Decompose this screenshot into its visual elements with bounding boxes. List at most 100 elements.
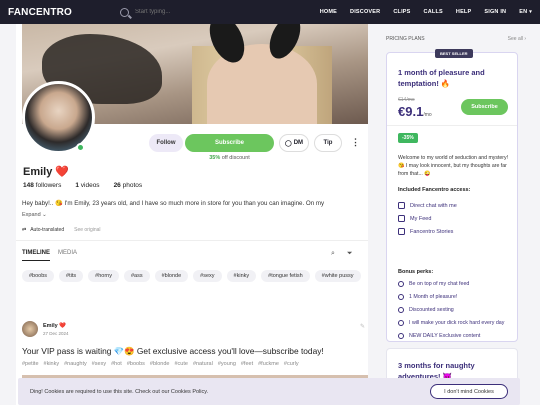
perk-icon [398, 333, 404, 339]
expand-link[interactable]: Expand ⌄ [22, 212, 47, 218]
search-input[interactable] [135, 9, 285, 15]
tag-chip[interactable]: #kinky [226, 270, 257, 282]
nav-help[interactable]: HELP [456, 9, 471, 15]
tag-chip[interactable]: #ass [123, 270, 150, 282]
tag-chip[interactable]: #horny [88, 270, 119, 282]
language-selector[interactable]: EN ▾ [519, 9, 532, 15]
discount-note: 35% off discount [185, 155, 274, 161]
tab-media[interactable]: MEDIA [58, 250, 77, 261]
pricing-header: PRICING PLANS See all › [386, 36, 526, 42]
discount-badge: -35% [398, 133, 418, 143]
list-item: Direct chat with me [398, 199, 513, 212]
perk-icon [398, 294, 404, 300]
discount-text: off discount [221, 155, 250, 161]
stories-icon [398, 228, 405, 235]
nav-home[interactable]: HOME [320, 9, 337, 15]
list-item: 1 Month of pleasure! [398, 294, 516, 307]
tag-chip[interactable]: #tongue fetish [261, 270, 310, 282]
perk-icon [398, 320, 404, 326]
divider [387, 125, 517, 126]
hashtag-link[interactable]: #kinky [44, 361, 60, 367]
tab-tools: ⌕ ⏷ [331, 250, 353, 258]
includes-list: Direct chat with me My Feed Fancentro St… [398, 199, 513, 238]
chat-icon [398, 202, 405, 209]
avatar[interactable] [22, 81, 95, 154]
tag-chip[interactable]: #blonde [154, 270, 189, 282]
nav-sign-in[interactable]: SIGN IN [484, 9, 506, 15]
tag-list: #boobs #tits #horny #ass #blonde #sexy #… [22, 270, 361, 282]
follow-button[interactable]: Follow [149, 134, 183, 152]
top-bar: FANCENTRO HOME DISCOVER CLIPS CALLS HELP… [0, 0, 540, 24]
list-item: I will make your dick rock hard every da… [398, 320, 516, 333]
translation-note: ⇄ Auto-translated See original [22, 227, 101, 233]
hashtag-link[interactable]: #feet [241, 361, 253, 367]
more-options-icon[interactable]: ⋮ [351, 137, 360, 148]
search-bar[interactable] [120, 7, 310, 17]
content-tabs: TIMELINE MEDIA [22, 250, 77, 261]
list-item: Discounted sexting [398, 307, 516, 320]
search-icon [120, 7, 129, 17]
chevron-down-icon: ▾ [529, 9, 532, 15]
hashtag-link[interactable]: #fuckme [258, 361, 279, 367]
hashtag-link[interactable]: #petite [22, 361, 39, 367]
hashtag-link[interactable]: #sexy [92, 361, 106, 367]
search-icon[interactable]: ⌕ [331, 250, 335, 258]
hashtag-link[interactable]: #hot [111, 361, 122, 367]
list-item: Fancentro Stories [398, 225, 513, 238]
see-all-link[interactable]: See all › [508, 36, 526, 42]
translate-icon: ⇄ [22, 227, 27, 233]
bio-text: Hey baby!.. 😘 I'm Emily, 23 years old, a… [22, 200, 325, 207]
post-header: Emily ❤️ 27 Dec 2024 [22, 321, 69, 337]
hashtag-link[interactable]: #blonde [150, 361, 170, 367]
profile-main: Follow Subscribe 35% off discount ◯ DM Ti… [16, 24, 368, 405]
best-seller-badge: BEST SELLER [435, 49, 473, 58]
cookie-text: Ding! Cookies are required to use this s… [30, 388, 209, 395]
hashtag-link[interactable]: #naughty [64, 361, 87, 367]
nav-discover[interactable]: DISCOVER [350, 9, 380, 15]
tag-chip[interactable]: #white pussy [314, 270, 361, 282]
edit-icon[interactable]: ✎ [360, 323, 365, 330]
auto-translated-label: Auto-translated [30, 227, 65, 233]
accept-cookies-button[interactable]: I don't mind Cookies [430, 384, 508, 399]
perk-icon [398, 281, 404, 287]
hashtag-link[interactable]: #natural [193, 361, 213, 367]
post-author[interactable]: Emily ❤️ [43, 323, 69, 329]
hashtag-link[interactable]: #cute [174, 361, 187, 367]
dm-label: DM [293, 140, 304, 146]
pricing-heading: PRICING PLANS [386, 36, 425, 42]
list-item: Be on top of my chat feed [398, 281, 516, 294]
profile-name: Emily ❤️ [23, 165, 69, 178]
heart-emoji: ❤️ [55, 166, 70, 178]
hashtag-link[interactable]: #young [218, 361, 236, 367]
nav-clips[interactable]: CLIPS [393, 9, 410, 15]
tag-chip[interactable]: #sexy [193, 270, 222, 282]
language-label: EN [519, 9, 528, 15]
cookie-banner: Ding! Cookies are required to use this s… [18, 378, 520, 405]
plan-title: 1 month of pleasure and temptation! 🔥 [398, 68, 485, 88]
post-avatar[interactable] [22, 321, 38, 337]
videos-stat: 1 videos [75, 182, 100, 189]
hashtag-link[interactable]: #curly [284, 361, 299, 367]
main-nav: HOME DISCOVER CLIPS CALLS HELP SIGN IN E… [320, 9, 532, 15]
tip-button[interactable]: Tip [314, 134, 342, 152]
filter-icon[interactable]: ⏷ [347, 250, 353, 258]
divider [16, 240, 368, 241]
subscribe-button[interactable]: Subscribe [185, 134, 274, 152]
post-text: Your VIP pass is waiting 💎😍 Get exclusiv… [22, 346, 324, 356]
tab-timeline[interactable]: TIMELINE [22, 250, 50, 261]
list-item: My Feed [398, 212, 513, 225]
plan-price: €9.1/mo [398, 104, 432, 119]
dm-button[interactable]: ◯ DM [279, 134, 309, 152]
plan-subscribe-button[interactable]: Subscribe [461, 99, 508, 115]
feed-icon [398, 215, 405, 222]
see-original-link[interactable]: See original [74, 227, 100, 233]
tag-chip[interactable]: #boobs [22, 270, 55, 282]
chat-icon: ◯ [284, 140, 292, 147]
nav-calls[interactable]: CALLS [424, 9, 443, 15]
perks-title: Bonus perks: [398, 269, 434, 275]
photos-stat: 26 photos [113, 182, 143, 189]
tag-chip[interactable]: #tits [59, 270, 84, 282]
logo[interactable]: FANCENTRO [8, 7, 108, 18]
hashtag-link[interactable]: #boobs [127, 361, 145, 367]
pricing-sidebar: PRICING PLANS See all › BEST SELLER 1 mo… [386, 24, 526, 405]
